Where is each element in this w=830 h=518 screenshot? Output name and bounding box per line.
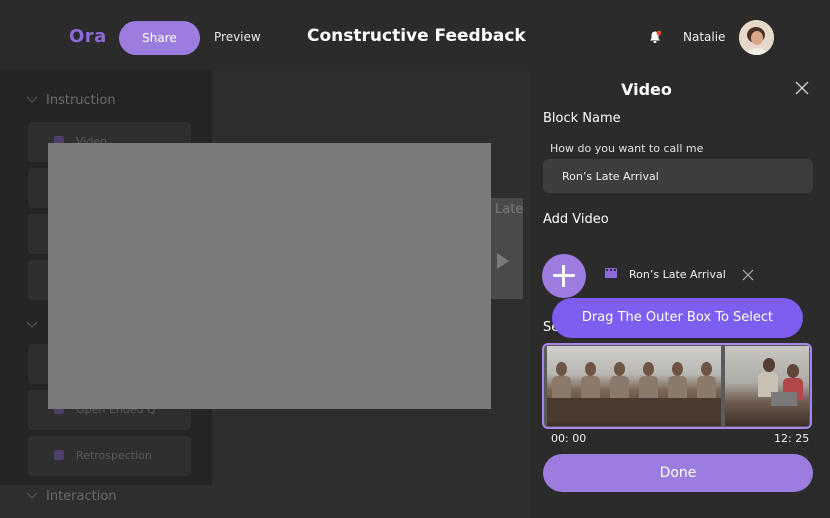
add-video-button[interactable] bbox=[542, 254, 586, 298]
share-button[interactable]: Share bbox=[119, 21, 200, 55]
avatar-image bbox=[739, 20, 774, 55]
app-logo[interactable]: Ora bbox=[69, 26, 107, 47]
filmstrip-frame bbox=[663, 346, 692, 426]
filmstrip-frame bbox=[634, 346, 663, 426]
block-name-hint: How do you want to call me bbox=[550, 142, 704, 155]
sidebar-item-retrospection[interactable]: Retrospection bbox=[28, 436, 191, 476]
filmstrip-frame bbox=[605, 346, 634, 426]
preview-link[interactable]: Preview bbox=[214, 30, 261, 44]
filmstrip-frame bbox=[547, 346, 576, 426]
filmstrip-frame-last bbox=[725, 346, 809, 426]
sidebar-section-interaction[interactable]: Interaction bbox=[26, 487, 117, 504]
chevron-down-icon bbox=[26, 91, 38, 103]
sidebar-section-instruction[interactable]: Instruction bbox=[26, 91, 116, 108]
canvas-block-label: Late bbox=[495, 202, 523, 217]
retrospection-icon bbox=[54, 450, 64, 460]
bell-icon[interactable] bbox=[648, 30, 662, 44]
time-end: 12: 25 bbox=[774, 432, 810, 445]
block-name-input[interactable] bbox=[543, 159, 813, 193]
sidebar-section-collapsed[interactable] bbox=[26, 316, 46, 333]
chevron-down-icon bbox=[26, 487, 38, 499]
chevron-down-icon bbox=[26, 316, 38, 328]
avatar[interactable] bbox=[739, 20, 774, 55]
video-placeholder bbox=[48, 143, 491, 409]
section-label: Instruction bbox=[46, 93, 116, 108]
panel-title: Video bbox=[621, 80, 672, 99]
filmstrip-frame bbox=[692, 346, 721, 426]
time-start: 00: 00 bbox=[551, 432, 587, 445]
add-video-label: Add Video bbox=[543, 212, 609, 227]
block-name-label: Block Name bbox=[543, 111, 621, 126]
close-icon[interactable] bbox=[794, 80, 810, 96]
remove-video-icon[interactable] bbox=[741, 268, 755, 282]
done-button[interactable]: Done bbox=[543, 454, 813, 492]
filmstrip-frame bbox=[576, 346, 605, 426]
user-name[interactable]: Natalie bbox=[683, 30, 725, 44]
section-label: Interaction bbox=[46, 489, 117, 504]
sidebar-item-label: Retrospection bbox=[76, 449, 152, 462]
clapperboard-icon bbox=[605, 268, 617, 278]
play-icon bbox=[497, 253, 509, 269]
page-title: Constructive Feedback bbox=[307, 26, 526, 46]
drag-tooltip: Drag The Outer Box To Select bbox=[552, 298, 803, 338]
video-file-name: Ron’s Late Arrival bbox=[629, 268, 726, 281]
